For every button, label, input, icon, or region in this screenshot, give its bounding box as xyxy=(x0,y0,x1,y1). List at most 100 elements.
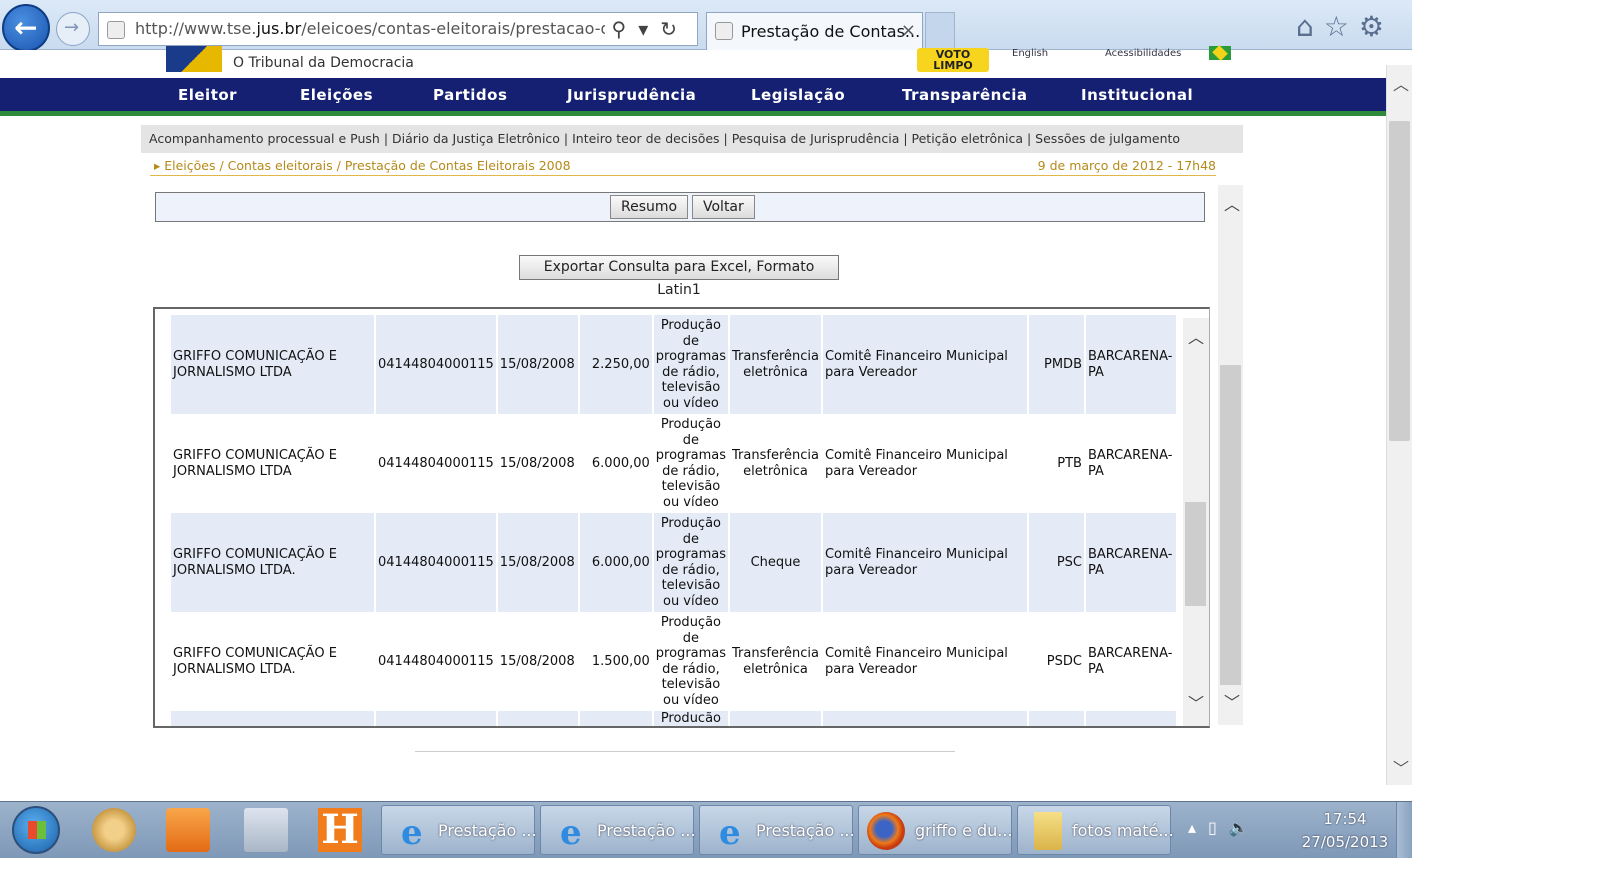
row-cnpj: 04144804000115 xyxy=(376,513,496,612)
table-scrollbar[interactable]: ︿ ﹀ xyxy=(1183,318,1209,726)
row-payment-type xyxy=(730,711,821,726)
history-app-icon[interactable]: H xyxy=(318,808,362,852)
row-recipient: Comitê Financeiro Municipal para Vereado… xyxy=(822,513,1027,612)
english-link[interactable]: English xyxy=(1012,48,1048,59)
accessibility-link[interactable]: Acessibilidades xyxy=(1105,48,1181,59)
tab-title: Prestação de Contas... xyxy=(741,22,921,41)
row-value: 6.000,00 xyxy=(579,513,652,612)
row-party xyxy=(1028,711,1084,726)
frame-scrollbar[interactable]: ︿ ﹀ xyxy=(1218,185,1243,725)
breadcrumb[interactable]: ▸ Eleições / Contas eleitorais / Prestaç… xyxy=(154,158,571,173)
tab-favicon-icon xyxy=(715,22,733,40)
taskbar-item-label: Prestação ... xyxy=(438,821,537,840)
row-date: 15/08/2008 xyxy=(497,414,578,513)
voto-limpo-badge[interactable]: VOTO LIMPO xyxy=(917,48,989,72)
tab-close-icon[interactable]: × xyxy=(901,20,916,41)
taskbar-item-label: Prestação ... xyxy=(597,821,696,840)
browser-command-icons: ⌂☆⚙ xyxy=(1296,10,1394,43)
taskbar-item-folder[interactable]: fotos maté... xyxy=(1017,805,1174,855)
star-icon[interactable]: ☆ xyxy=(1324,10,1359,43)
secondary-navigation: Acompanhamento processual e Push | Diári… xyxy=(141,125,1243,153)
url-text[interactable]: http://www.tse.jus.br/eleicoes/contas-el… xyxy=(135,19,605,38)
ie-icon: e xyxy=(560,813,582,853)
paint-app-icon[interactable] xyxy=(92,808,136,852)
main-navigation: Eleitor Eleições Partidos Jurisprudência… xyxy=(0,78,1386,116)
chevron-up-icon[interactable]: ︿ xyxy=(1188,324,1204,348)
row-recipient: Comitê Financeiro Municipal para Vereado… xyxy=(822,414,1027,513)
row-municipality: BARCARENA-PA xyxy=(1085,414,1176,513)
taskbar-item-firefox[interactable]: griffo e du... xyxy=(858,805,1013,855)
row-payment-type: Cheque xyxy=(730,513,821,612)
taskbar-item-label: griffo e du... xyxy=(915,821,1013,840)
nav-transparencia[interactable]: Transparência xyxy=(902,86,1027,104)
address-bar[interactable]: http://www.tse.jus.br/eleicoes/contas-el… xyxy=(98,12,698,46)
chevron-down-icon[interactable]: ﹀ xyxy=(1224,689,1240,713)
volume-icon[interactable]: 🔈 xyxy=(1229,818,1261,837)
row-party: PMDB xyxy=(1028,315,1084,414)
chevron-up-icon[interactable]: ︿ xyxy=(1224,191,1240,215)
page-scrollbar[interactable]: ︿ ﹀ xyxy=(1386,65,1412,785)
row-description: Producão xyxy=(653,711,729,726)
browser-tab-active[interactable]: Prestação de Contas... × xyxy=(706,12,923,50)
table-scrollbar-thumb[interactable] xyxy=(1185,502,1206,606)
row-value: 1.500,00 xyxy=(579,612,652,711)
chevron-down-icon[interactable]: ﹀ xyxy=(1188,690,1204,714)
nav-eleitor[interactable]: Eleitor xyxy=(178,86,237,104)
folder-icon xyxy=(1034,812,1062,850)
row-supplier-name xyxy=(171,711,374,726)
system-tray: ▴▯🔈 xyxy=(1188,818,1261,837)
table-row: GRIFFO COMUNICAÇÃO E JORNALISMO LTDA. 041… xyxy=(171,513,1176,612)
row-recipient: Comitê Financeiro Municipal para Vereado… xyxy=(822,612,1027,711)
row-recipient xyxy=(822,711,1027,726)
firefox-icon xyxy=(867,812,905,850)
results-table-container: GRIFFO COMUNICAÇÃO E JORNALISMO LTDA 0414… xyxy=(153,307,1210,728)
show-hidden-icons-icon[interactable]: ▴ xyxy=(1188,818,1208,837)
row-description: Produção de programas de rádio, televisã… xyxy=(653,612,729,711)
media-player-icon[interactable] xyxy=(166,808,210,852)
tse-logo[interactable] xyxy=(166,46,222,72)
system-clock[interactable]: 17:54 27/05/2013 xyxy=(1300,808,1390,854)
voltar-button[interactable]: Voltar xyxy=(692,195,755,219)
row-party: PSC xyxy=(1028,513,1084,612)
row-party: PTB xyxy=(1028,414,1084,513)
breadcrumb-bar: ▸ Eleições / Contas eleitorais / Prestaç… xyxy=(150,154,1216,176)
chevron-down-icon[interactable]: ﹀ xyxy=(1393,755,1409,779)
table-row-partial: Producão xyxy=(171,711,1176,726)
search-icon[interactable]: ⚲ xyxy=(612,17,639,41)
row-supplier-name: GRIFFO COMUNICAÇÃO E JORNALISMO LTDA xyxy=(171,315,374,414)
taskbar-item-ie-1[interactable]: e Prestação ... xyxy=(381,805,537,855)
brazil-flag-icon[interactable] xyxy=(1209,46,1231,60)
ie-icon: e xyxy=(401,813,423,853)
back-button[interactable]: ← xyxy=(2,4,50,52)
row-party: PSDC xyxy=(1028,612,1084,711)
network-icon[interactable]: ▯ xyxy=(1208,818,1229,837)
start-button[interactable] xyxy=(12,806,60,854)
url-domain: jus.br xyxy=(256,19,302,38)
forward-button[interactable]: → xyxy=(56,12,90,46)
row-value: 2.250,00 xyxy=(579,315,652,414)
nav-partidos[interactable]: Partidos xyxy=(433,86,507,104)
nav-institucional[interactable]: Institucional xyxy=(1081,86,1193,104)
page-scrollbar-thumb[interactable] xyxy=(1389,121,1410,441)
page-date: 9 de março de 2012 - 17h48 xyxy=(1037,158,1216,173)
new-tab-button[interactable] xyxy=(925,12,955,50)
show-desktop-button[interactable] xyxy=(1396,802,1412,858)
row-date xyxy=(497,711,578,726)
taskbar-item-ie-3[interactable]: e Prestação ... xyxy=(699,805,855,855)
refresh-icon[interactable]: ↻ xyxy=(660,17,689,41)
clock-date: 27/05/2013 xyxy=(1301,833,1389,851)
taskbar-item-ie-2[interactable]: e Prestação ... xyxy=(540,805,696,855)
calculator-icon[interactable] xyxy=(244,808,288,852)
export-excel-button[interactable]: Exportar Consulta para Excel, Formato La… xyxy=(519,255,839,298)
row-recipient: Comitê Financeiro Municipal para Vereado… xyxy=(822,315,1027,414)
gear-icon[interactable]: ⚙ xyxy=(1359,10,1394,43)
home-icon[interactable]: ⌂ xyxy=(1296,10,1324,43)
secondary-nav-links[interactable]: Acompanhamento processual e Push | Diári… xyxy=(149,131,1180,146)
nav-eleicoes[interactable]: Eleições xyxy=(300,86,373,104)
nav-jurisprudencia[interactable]: Jurisprudência xyxy=(567,86,696,104)
nav-legislacao[interactable]: Legislação xyxy=(751,86,845,104)
resumo-button[interactable]: Resumo xyxy=(610,195,689,219)
dropdown-icon[interactable]: ▾ xyxy=(638,17,660,41)
frame-scrollbar-thumb[interactable] xyxy=(1220,365,1241,685)
chevron-up-icon[interactable]: ︿ xyxy=(1393,71,1409,95)
